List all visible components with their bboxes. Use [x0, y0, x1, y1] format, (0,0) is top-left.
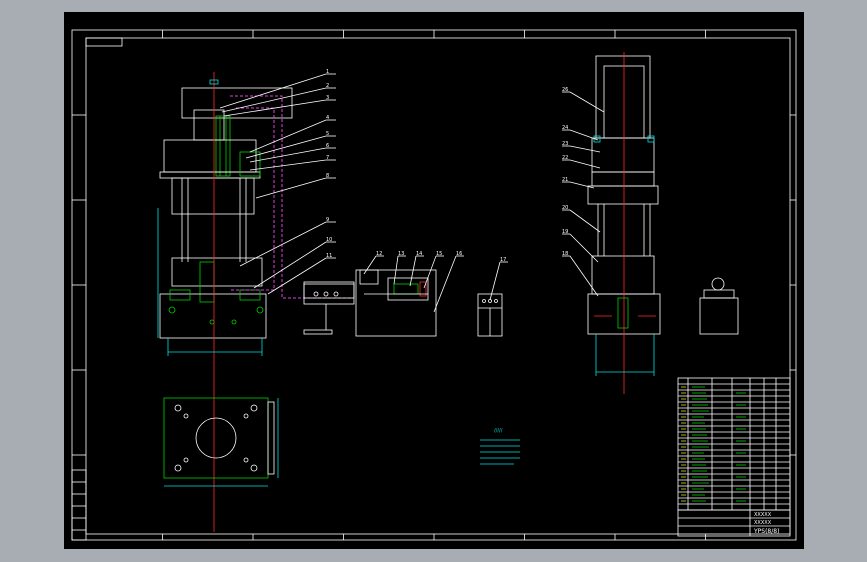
tech-note-title: ///// — [494, 428, 503, 434]
balloon-front-7: 7 — [326, 155, 329, 161]
front-view-leaders: 1 2 3 4 5 6 7 8 9 10 11 — [219, 69, 336, 295]
balloon-side-18: 18 — [562, 251, 568, 257]
main-ram — [215, 115, 231, 177]
electrical-box — [477, 293, 503, 337]
balloon-unit-16: 16 — [456, 251, 462, 257]
hydraulic-line-return — [230, 107, 275, 291]
balloon-side-24: 24 — [562, 125, 568, 131]
moving-platen-side — [587, 185, 659, 205]
balloon-side-20: 20 — [562, 205, 568, 211]
title-row-a: XXXXX — [754, 512, 772, 518]
cad-viewport[interactable]: 1 2 3 4 5 6 7 8 9 10 11 12 13 14 15 16 17 ///// — [64, 12, 804, 549]
corner-stamp — [85, 37, 123, 47]
top-cylinder-housing — [181, 87, 293, 119]
revision-column — [71, 469, 87, 541]
title-block: XXXXX XXXXX YPS(8/8) — [677, 509, 791, 537]
technical-note: ///// — [480, 428, 520, 465]
control-cabinet — [303, 283, 355, 335]
balloon-unit-12: 12 — [376, 251, 382, 257]
border-zone-ticks — [72, 30, 796, 540]
balloon-front-3: 3 — [326, 95, 329, 101]
upper-beam-side — [591, 137, 655, 173]
balloon-side-23: 23 — [562, 141, 568, 147]
hydraulic-line-pressure — [230, 95, 354, 299]
drawing-number: YPS(8/8) — [753, 528, 779, 535]
balloon-front-5: 5 — [326, 131, 329, 137]
foot-plate-plan — [163, 397, 279, 487]
balloon-unit-17: 17 — [500, 257, 506, 263]
balloon-front-10: 10 — [326, 237, 332, 243]
drawing-canvas: 1234567891011 12 13 14 15 1617 ///// 262… — [71, 29, 797, 541]
moving-platen — [171, 177, 255, 215]
foot-plate — [163, 397, 269, 479]
balloon-front-4: 4 — [326, 115, 329, 121]
balloon-front-11: 11 — [326, 253, 332, 259]
balloon-unit-15: 15 — [436, 251, 442, 257]
parts-list-table — [677, 377, 791, 511]
center-bore — [195, 417, 237, 459]
balloon-front-2: 2 — [326, 83, 329, 89]
balloon-front-1: 1 — [326, 69, 329, 75]
lower-bolster — [171, 257, 263, 287]
balloon-side-22: 22 — [562, 155, 568, 161]
outer-border — [71, 29, 797, 541]
side-view-leaders: 26 24 23 22 21 20 19 18 — [562, 87, 605, 297]
title-row-b: XXXXX — [754, 520, 772, 526]
tank-side-view — [699, 277, 739, 335]
oil-tank — [355, 269, 437, 337]
balloon-side-26: 26 — [562, 87, 568, 93]
upper-plate — [159, 171, 261, 179]
press-front-view — [157, 72, 293, 532]
valve-block — [193, 109, 225, 141]
press-side-view — [587, 52, 661, 394]
balloon-unit-14: 14 — [416, 251, 422, 257]
balloon-side-21: 21 — [562, 177, 568, 183]
lower-bolster-side — [591, 255, 655, 295]
press-base — [159, 293, 267, 339]
balloon-unit-13: 13 — [398, 251, 404, 257]
balloon-front-9: 9 — [326, 217, 329, 223]
balloon-front-6: 6 — [326, 143, 329, 149]
balloon-front-8: 8 — [326, 173, 329, 179]
balloon-side-19: 19 — [562, 229, 568, 235]
lower-die — [199, 261, 215, 303]
hydraulic-power-unit — [355, 269, 437, 337]
upper-crossbeam — [163, 139, 257, 173]
